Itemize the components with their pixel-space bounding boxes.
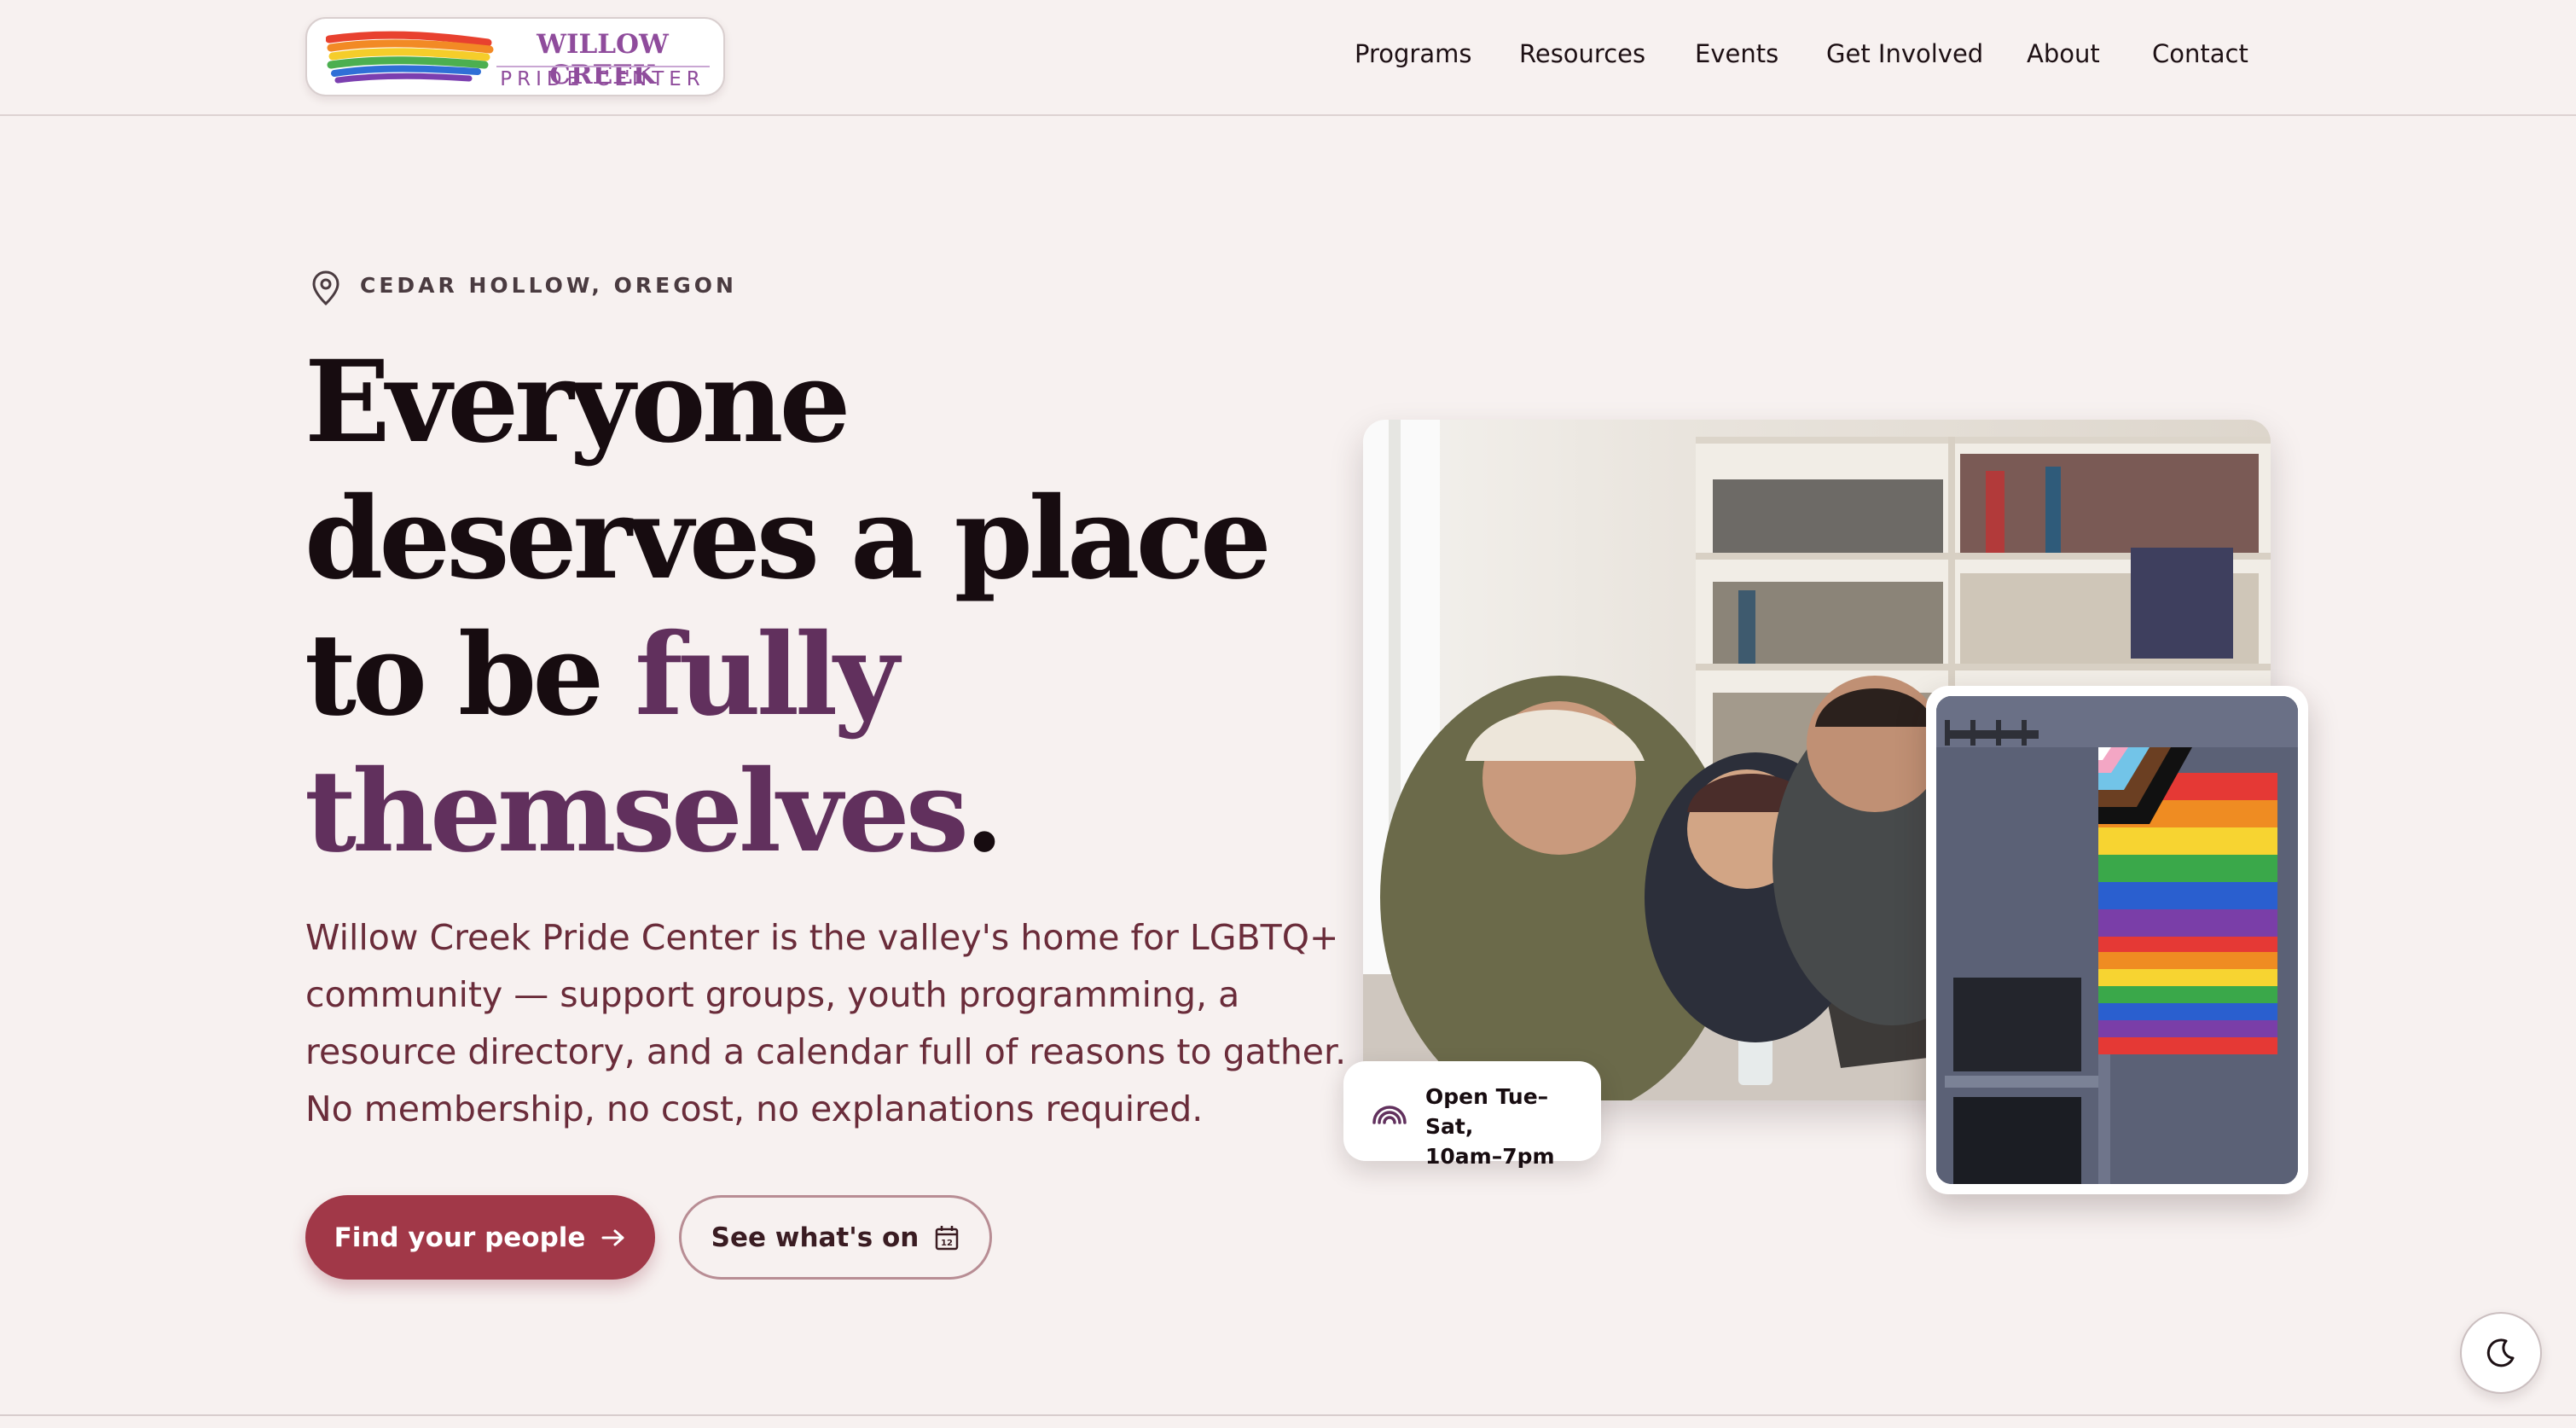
- nav-events[interactable]: Events: [1695, 39, 1778, 68]
- section-divider: [0, 1414, 2576, 1416]
- hero-description: Willow Creek Pride Center is the valley'…: [305, 917, 1347, 1129]
- calendar-icon: 12: [936, 1225, 959, 1250]
- arrow-right-icon: [601, 1229, 624, 1245]
- nav-get-involved[interactable]: Get Involved: [1826, 39, 1983, 68]
- site-header: WILLOW CREEK PRIDE CENTER Programs Resou…: [0, 0, 2576, 116]
- see-whats-on-button[interactable]: See what's on 12: [679, 1195, 992, 1280]
- nav-programs[interactable]: Programs: [1355, 39, 1471, 68]
- nav-about[interactable]: About: [2027, 39, 2100, 68]
- headline-period: .: [965, 746, 1004, 878]
- nav-contact[interactable]: Contact: [2152, 39, 2248, 68]
- headline-line-1: Everyone: [305, 336, 851, 468]
- opening-hours-days: Open Tue–Sat,: [1425, 1084, 1549, 1139]
- progress-pride-flag-on-building-photo: [1936, 696, 2298, 1184]
- headline-line-3-plain: to be: [305, 609, 635, 741]
- opening-hours-card: Open Tue–Sat, 10am–7pm: [1343, 1061, 1601, 1169]
- see-whats-on-label: See what's on: [711, 1222, 920, 1253]
- headline-line-2: deserves a place: [305, 473, 1272, 605]
- dark-mode-toggle-button[interactable]: [2460, 1312, 2542, 1394]
- flag-building-illustration: [1936, 696, 2298, 1184]
- progress-pride-flag-photo-frame: [1926, 686, 2308, 1194]
- headline-accent-themselves: themselves: [305, 746, 969, 878]
- opening-hours-text: Open Tue–Sat, 10am–7pm: [1425, 1082, 1596, 1171]
- headline-line-4: themselves.: [305, 744, 1379, 880]
- nav-resources[interactable]: Resources: [1519, 39, 1645, 68]
- map-pin-icon: [312, 270, 339, 306]
- opening-hours-times: 10am–7pm: [1425, 1144, 1555, 1169]
- find-your-people-label: Find your people: [334, 1222, 586, 1253]
- rainbow-icon: [1372, 1106, 1407, 1124]
- headline-accent-fully: fully: [635, 609, 899, 741]
- moon-icon: [2486, 1338, 2515, 1367]
- svg-text:12: 12: [941, 1239, 953, 1248]
- headline-line-3: to be fully: [305, 607, 1379, 744]
- location-label: CEDAR HOLLOW, OREGON: [360, 273, 737, 298]
- hero-headline: Everyone deserves a place to be fully th…: [305, 334, 1379, 880]
- main-nav: Programs Resources Events Get Involved A…: [0, 39, 2576, 77]
- find-your-people-button[interactable]: Find your people: [305, 1195, 655, 1280]
